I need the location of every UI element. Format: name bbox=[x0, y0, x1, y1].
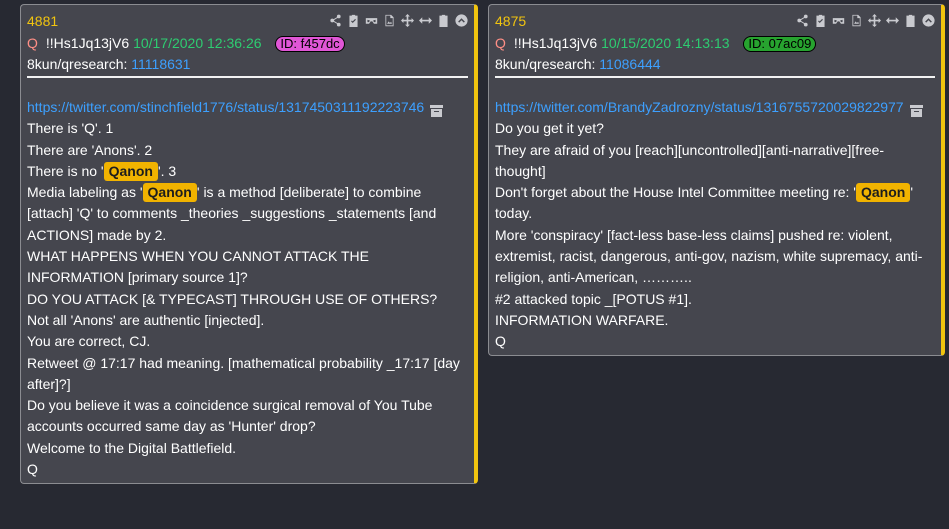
post-source: 8kun/qresearch: 11118631 bbox=[27, 56, 190, 72]
body-line: Q bbox=[27, 461, 38, 478]
post-number[interactable]: 4881 bbox=[27, 13, 58, 29]
collapse-icon[interactable] bbox=[921, 13, 935, 27]
body-line: Q bbox=[495, 333, 506, 350]
post-ref-link[interactable]: 11118631 bbox=[131, 56, 190, 72]
post-ref-link[interactable]: 11086444 bbox=[599, 56, 660, 72]
archive-icon[interactable] bbox=[430, 102, 444, 118]
id-badge: ID: 07ac09 bbox=[743, 36, 817, 52]
tweet-link[interactable]: https://twitter.com/stinchfield1776/stat… bbox=[27, 99, 424, 115]
qanon-highlight: Qanon bbox=[142, 183, 197, 203]
tripcode: !!Hs1Jq13jV6 bbox=[513, 35, 598, 51]
clipboard-icon[interactable] bbox=[436, 13, 450, 27]
post-number[interactable]: 4875 bbox=[495, 13, 526, 29]
share-icon[interactable] bbox=[795, 13, 809, 27]
divider bbox=[495, 76, 935, 78]
post-toolbar bbox=[328, 13, 468, 27]
body-line: Welcome to the Digital Battlefield. bbox=[27, 439, 237, 456]
file-image-icon[interactable] bbox=[382, 13, 396, 27]
body-line: DO YOU ATTACK [& TYPECAST] THROUGH USE O… bbox=[27, 290, 438, 307]
body-line: There are 'Anons'. 2 bbox=[27, 141, 153, 158]
move-icon[interactable] bbox=[867, 13, 881, 27]
body-line: There is 'Q'. 1 bbox=[27, 120, 114, 137]
archive-icon[interactable] bbox=[909, 102, 923, 118]
body-line: Retweet @ 17:17 had meaning. [mathematic… bbox=[27, 354, 460, 392]
post-body: https://twitter.com/stinchfield1776/stat… bbox=[27, 97, 466, 480]
glasses-icon[interactable] bbox=[831, 13, 845, 27]
share-icon[interactable] bbox=[328, 13, 342, 27]
author-q: Q bbox=[495, 35, 506, 51]
clipboard-check-icon[interactable] bbox=[813, 13, 827, 27]
post-card: 4881 Q !!Hs1Jq13jV6 10/17/2020 12:36:26 I… bbox=[20, 4, 478, 484]
body-line: There is no ' Qanon '. 3 bbox=[27, 161, 177, 181]
body-line: They are afraid of you [reach][uncontrol… bbox=[495, 141, 885, 179]
clipboard-check-icon[interactable] bbox=[346, 13, 360, 27]
board-label: 8kun/qresearch: bbox=[495, 56, 596, 72]
body-line: More 'conspiracy' [fact-less base-less c… bbox=[495, 226, 923, 286]
post-toolbar bbox=[795, 13, 935, 27]
qanon-highlight: Qanon bbox=[103, 161, 158, 181]
tripcode: !!Hs1Jq13jV6 bbox=[45, 35, 130, 51]
id-badge: ID: f457dc bbox=[275, 36, 345, 52]
body-line: Do you get it yet? bbox=[495, 120, 604, 137]
glasses-icon[interactable] bbox=[364, 13, 378, 27]
post-source: 8kun/qresearch: 11086444 bbox=[495, 56, 661, 72]
post-date: 10/17/2020 12:36:26 bbox=[133, 35, 262, 51]
qanon-highlight: Qanon bbox=[855, 183, 911, 203]
expand-horizontal-icon[interactable] bbox=[418, 13, 432, 27]
tweet-link[interactable]: https://twitter.com/BrandyZadrozny/statu… bbox=[495, 99, 904, 115]
body-line: Media labeling as ' Qanon ' is a method [d… bbox=[27, 183, 437, 243]
body-line: You are correct, CJ. bbox=[27, 333, 151, 350]
post-card: 4875 Q !!Hs1Jq13jV6 10/15/2020 14:13:13 I… bbox=[488, 4, 945, 356]
author-q: Q bbox=[27, 35, 38, 51]
body-line: WHAT HAPPENS WHEN YOU CANNOT ATTACK THE … bbox=[27, 248, 370, 286]
clipboard-icon[interactable] bbox=[903, 13, 917, 27]
body-line: #2 attacked topic _[POTUS #1]. bbox=[495, 290, 692, 307]
board-label: 8kun/qresearch: bbox=[27, 56, 128, 72]
body-line: Not all 'Anons' are authentic [injected]… bbox=[27, 311, 265, 328]
move-icon[interactable] bbox=[400, 13, 414, 27]
post-meta: Q !!Hs1Jq13jV6 10/17/2020 12:36:26 ID: f4… bbox=[27, 35, 345, 52]
divider bbox=[27, 76, 468, 78]
post-body: https://twitter.com/BrandyZadrozny/statu… bbox=[495, 97, 933, 353]
post-meta: Q !!Hs1Jq13jV6 10/15/2020 14:13:13 ID: 07… bbox=[495, 35, 817, 52]
post-date: 10/15/2020 14:13:13 bbox=[601, 35, 730, 51]
body-line: Don't forget about the House Intel Commi… bbox=[495, 183, 914, 222]
expand-horizontal-icon[interactable] bbox=[885, 13, 899, 27]
body-line: INFORMATION WARFARE. bbox=[495, 311, 669, 328]
body-line: Do you believe it was a coincidence surg… bbox=[27, 397, 433, 435]
collapse-icon[interactable] bbox=[454, 13, 468, 27]
file-image-icon[interactable] bbox=[849, 13, 863, 27]
